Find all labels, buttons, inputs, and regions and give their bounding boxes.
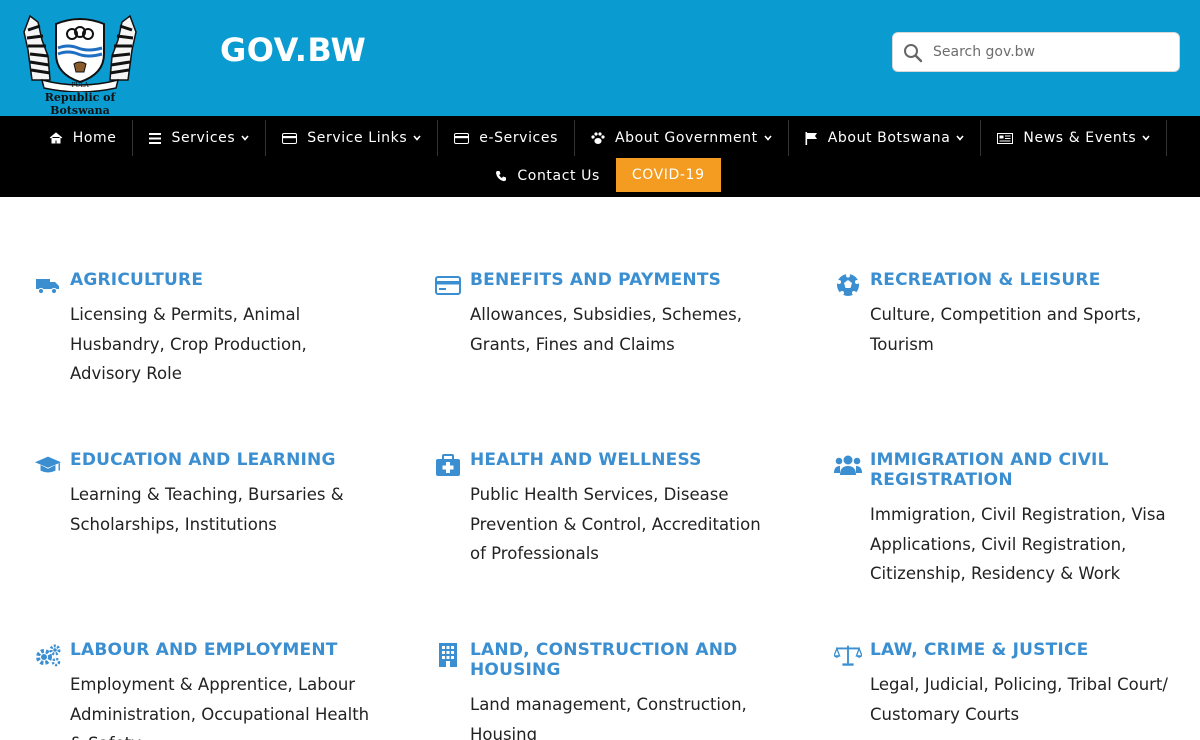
cogs-icon [34, 642, 62, 668]
nav-about-botswana[interactable]: About Botswana [789, 120, 982, 156]
coat-of-arms-logo[interactable]: PULA Republic of Botswana [18, 10, 142, 117]
category-title[interactable]: AGRICULTURE [70, 270, 370, 290]
nav-home-label: Home [72, 130, 117, 146]
balance-scale-icon [834, 642, 862, 668]
building-icon [434, 642, 462, 668]
nav-covid-19[interactable]: COVID-19 [615, 158, 721, 192]
category-title[interactable]: EDUCATION AND LEARNING [70, 450, 370, 470]
category-description: Public Health Services, Disease Preventi… [470, 485, 761, 563]
nav-service-links-label: Service Links [307, 130, 408, 146]
list-icon [149, 132, 162, 144]
nav-row-primary: Home Services Service Links e-Services A… [0, 120, 1200, 156]
nav-contact-us-label: Contact Us [517, 168, 600, 184]
category-description: Land management, Construction, Housing [470, 695, 747, 740]
category-title[interactable]: HEALTH AND WELLNESS [470, 450, 770, 470]
category-description: Allowances, Subsidies, Schemes, Grants, … [470, 305, 743, 354]
nav-home[interactable]: Home [33, 120, 134, 156]
chevron-down-icon [241, 135, 249, 141]
site-header: PULA Republic of Botswana GOV.BW [0, 0, 1200, 117]
motto-text: PULA [71, 82, 89, 89]
users-icon [834, 452, 862, 478]
category-title[interactable]: RECREATION & LEISURE [870, 270, 1170, 290]
nav-service-links[interactable]: Service Links [266, 120, 439, 156]
credit-card-icon [434, 272, 462, 298]
newspaper-icon [997, 132, 1014, 144]
nav-about-botswana-label: About Botswana [827, 130, 951, 146]
nav-about-government-label: About Government [614, 130, 758, 146]
nav-e-services[interactable]: e-Services [438, 120, 575, 156]
chevron-down-icon [1142, 135, 1150, 141]
site-title[interactable]: GOV.BW [220, 31, 366, 69]
chevron-down-icon [413, 135, 421, 141]
nav-news-events-label: News & Events [1023, 130, 1137, 146]
medkit-icon [434, 452, 462, 478]
soccer-ball-icon [834, 272, 862, 298]
nav-covid-19-label: COVID-19 [631, 167, 705, 183]
logo-caption: Republic of Botswana [44, 91, 116, 117]
nav-news-events[interactable]: News & Events [981, 120, 1168, 156]
nav-e-services-label: e-Services [479, 130, 558, 146]
truck-icon [34, 272, 62, 298]
category-description: Culture, Competition and Sports, Tourism [870, 305, 1142, 354]
category-title[interactable]: LAW, CRIME & JUSTICE [870, 640, 1170, 660]
nav-row-secondary: Contact Us COVID-19 [0, 158, 1200, 194]
search-input[interactable] [933, 33, 1173, 71]
category-description: Legal, Judicial, Policing, Tribal Court/… [870, 675, 1168, 724]
category-title[interactable]: IMMIGRATION AND CIVIL REGISTRATION [870, 450, 1170, 490]
category-title[interactable]: LABOUR AND EMPLOYMENT [70, 640, 370, 660]
main-nav: Home Services Service Links e-Services A… [0, 116, 1200, 197]
flag-icon [805, 131, 818, 145]
category-description: Immigration, Civil Registration, Visa Ap… [870, 505, 1166, 583]
coat-of-arms-icon: PULA [23, 14, 137, 92]
category-description: Licensing & Permits, Animal Husbandry, C… [70, 305, 307, 383]
home-icon [49, 132, 63, 144]
card-icon [282, 132, 298, 144]
phone-icon [495, 170, 507, 182]
nav-services[interactable]: Services [133, 120, 267, 156]
category-description: Learning & Teaching, Bursaries & Scholar… [70, 485, 344, 534]
search-box[interactable] [892, 32, 1180, 72]
category-description: Employment & Apprentice, Labour Administ… [70, 675, 370, 740]
search-icon[interactable] [903, 43, 923, 67]
category-title[interactable]: LAND, CONSTRUCTION AND HOUSING [470, 640, 770, 680]
card-icon [454, 132, 470, 144]
chevron-down-icon [764, 135, 772, 141]
chevron-down-icon [956, 135, 965, 141]
paw-icon [591, 131, 605, 145]
graduation-cap-icon [34, 452, 62, 478]
nav-about-government[interactable]: About Government [575, 120, 789, 156]
nav-services-label: Services [171, 130, 236, 146]
nav-contact-us[interactable]: Contact Us [479, 158, 615, 194]
category-title[interactable]: BENEFITS AND PAYMENTS [470, 270, 770, 290]
